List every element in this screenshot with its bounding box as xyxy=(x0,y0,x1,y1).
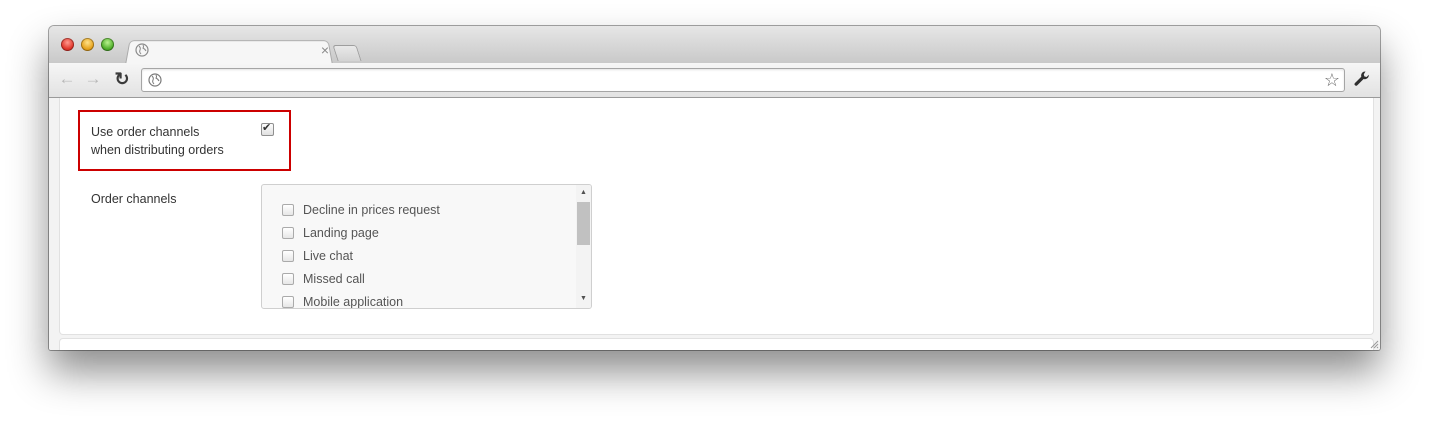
next-panel xyxy=(59,338,1374,350)
resize-grip-icon[interactable] xyxy=(1370,340,1379,349)
page-viewport: Use order channels when distributing ord… xyxy=(49,98,1380,350)
option-label: Live chat xyxy=(303,248,354,263)
reload-icon[interactable]: ↻ xyxy=(112,69,132,89)
option-label: Landing page xyxy=(303,225,379,240)
globe-icon xyxy=(135,43,149,57)
option-checkbox[interactable] xyxy=(282,295,294,308)
back-arrow-icon[interactable]: ← xyxy=(57,69,77,89)
browser-window: × ← → ↻ ☆ Use order channels when distri… xyxy=(49,26,1380,350)
order-channels-listbox[interactable]: Decline in prices request Landing page Liv… xyxy=(261,184,592,309)
option-checkbox[interactable] xyxy=(282,203,294,216)
bookmark-star-icon[interactable]: ☆ xyxy=(1324,69,1340,91)
forward-arrow-icon[interactable]: → xyxy=(83,69,103,89)
scroll-up-arrow-icon[interactable]: ▲ xyxy=(576,186,591,200)
list-item[interactable]: Mobile application xyxy=(282,290,440,309)
minimize-window-button[interactable] xyxy=(81,38,94,51)
new-tab-button[interactable] xyxy=(332,45,362,61)
option-label: Mobile application xyxy=(303,294,404,309)
list-item[interactable]: Decline in prices request xyxy=(282,198,440,221)
close-window-button[interactable] xyxy=(61,38,74,51)
browser-tab-content[interactable]: × xyxy=(133,41,329,63)
order-channels-options: Decline in prices request Landing page Liv… xyxy=(282,198,440,309)
title-bar: × xyxy=(49,26,1380,65)
listbox-scrollbar[interactable]: ▲ ▼ xyxy=(576,185,591,308)
zoom-window-button[interactable] xyxy=(101,38,114,51)
scroll-thumb[interactable] xyxy=(577,202,590,245)
order-channels-label: Order channels xyxy=(91,192,177,206)
label-line: when distributing orders xyxy=(91,143,224,157)
checkmark-icon: ✔ xyxy=(262,122,272,134)
list-item[interactable]: Landing page xyxy=(282,221,440,244)
use-order-channels-checkbox[interactable]: ✔ xyxy=(261,122,274,136)
scroll-down-arrow-icon[interactable]: ▼ xyxy=(576,292,591,306)
option-label: Missed call xyxy=(303,271,365,286)
option-checkbox[interactable] xyxy=(282,249,294,262)
address-bar[interactable]: ☆ xyxy=(141,68,1345,92)
browser-toolbar: ← → ↻ ☆ xyxy=(49,63,1380,98)
wrench-icon[interactable] xyxy=(1352,69,1372,89)
settings-panel: Use order channels when distributing ord… xyxy=(59,98,1374,335)
option-checkbox[interactable] xyxy=(282,272,294,285)
use-order-channels-label: Use order channels when distributing ord… xyxy=(91,123,261,159)
list-item[interactable]: Live chat xyxy=(282,244,440,267)
label-line: Use order channels xyxy=(91,125,200,139)
tab-close-icon[interactable]: × xyxy=(321,40,329,60)
option-checkbox[interactable] xyxy=(282,226,294,239)
globe-icon xyxy=(148,73,162,87)
list-item[interactable]: Missed call xyxy=(282,267,440,290)
option-label: Decline in prices request xyxy=(303,202,440,217)
